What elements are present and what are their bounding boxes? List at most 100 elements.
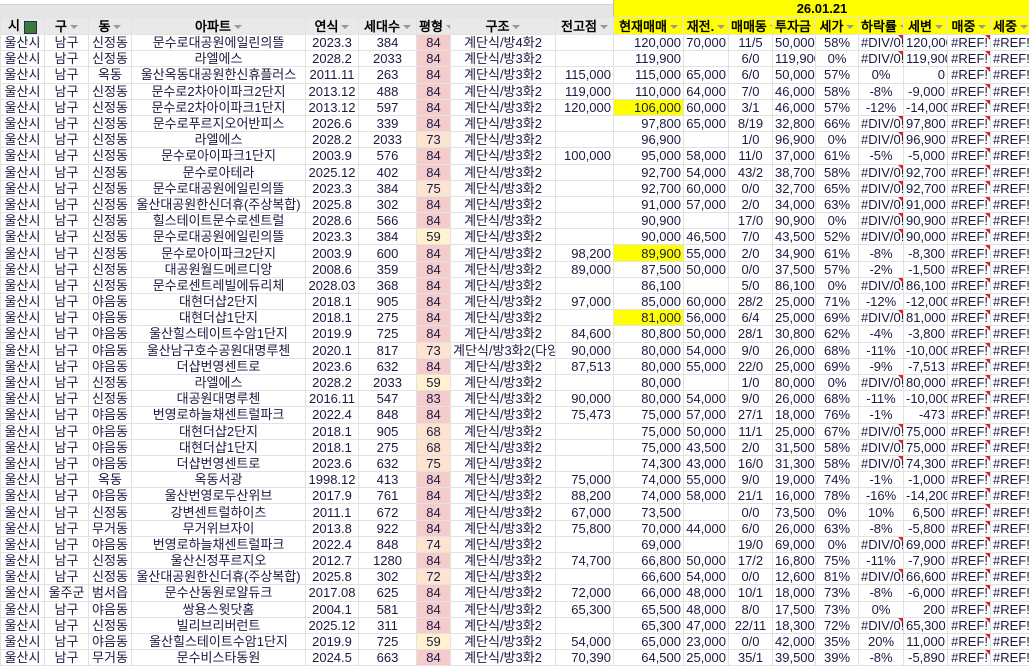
cell-세중[interactable]: #REF! xyxy=(991,310,1029,326)
cell-세중[interactable]: #REF! xyxy=(991,569,1029,585)
cell-구조[interactable]: 계단식/방3화2(다양 xyxy=(451,342,556,358)
cell-전고점[interactable] xyxy=(556,196,614,212)
cell-전고점[interactable] xyxy=(556,617,614,633)
cell-하락률[interactable]: -12% xyxy=(859,99,904,115)
cell-세중[interactable]: #REF! xyxy=(991,601,1029,617)
cell-평형[interactable]: 84 xyxy=(417,520,451,536)
cell-세가[interactable]: 0% xyxy=(816,504,859,520)
cell-투자금[interactable]: 19,000 xyxy=(773,472,816,488)
cell-전고점[interactable]: 88,200 xyxy=(556,488,614,504)
cell-세변[interactable]: -5,800 xyxy=(904,520,948,536)
cell-매매동[interactable]: 2/0 xyxy=(729,439,773,455)
cell-구[interactable]: 남구 xyxy=(45,164,89,180)
cell-현재매매[interactable]: 92,700 xyxy=(614,164,684,180)
filter-dropdown-icon[interactable] xyxy=(113,25,121,29)
cell-투자금[interactable]: 43,500 xyxy=(773,229,816,245)
cell-매매동[interactable]: 6/0 xyxy=(729,520,773,536)
cell-연식[interactable]: 2017.9 xyxy=(306,488,359,504)
cell-하락률[interactable]: #DIV/0! xyxy=(859,374,904,390)
cell-매중[interactable]: #REF! xyxy=(948,439,991,455)
cell-세가[interactable]: 62% xyxy=(816,326,859,342)
cell-전고점[interactable] xyxy=(556,310,614,326)
cell-전고점[interactable] xyxy=(556,35,614,51)
cell-재전.[interactable]: 50,000 xyxy=(684,553,729,569)
cell-재전.[interactable]: 50,000 xyxy=(684,423,729,439)
cell-구조[interactable]: 계단식/방3화2 xyxy=(451,294,556,310)
cell-전고점[interactable]: 87,513 xyxy=(556,358,614,374)
cell-구조[interactable]: 계단식/방3화2 xyxy=(451,520,556,536)
cell-투자금[interactable]: 26,000 xyxy=(773,342,816,358)
cell-구조[interactable]: 계단식/방3화2 xyxy=(451,536,556,552)
cell-세중[interactable]: #REF! xyxy=(991,358,1029,374)
cell-구조[interactable]: 계단식/방3화2 xyxy=(451,553,556,569)
cell-세가[interactable]: 75% xyxy=(816,553,859,569)
cell-매중[interactable]: #REF! xyxy=(948,51,991,67)
cell-하락률[interactable]: -8% xyxy=(859,83,904,99)
cell-세변[interactable]: -14,200 xyxy=(904,488,948,504)
cell-연식[interactable]: 2013.12 xyxy=(306,99,359,115)
cell-현재매매[interactable]: 70,000 xyxy=(614,520,684,536)
cell-평형[interactable]: 72 xyxy=(417,569,451,585)
cell-구[interactable]: 남구 xyxy=(45,472,89,488)
cell-전고점[interactable] xyxy=(556,423,614,439)
cell-시[interactable]: 울산시 xyxy=(1,51,45,67)
cell-현재매매[interactable]: 87,500 xyxy=(614,261,684,277)
cell-아파트[interactable]: 문수로대공원에일린의뜰 xyxy=(132,229,306,245)
cell-매중[interactable]: #REF! xyxy=(948,294,991,310)
cell-구[interactable]: 남구 xyxy=(45,520,89,536)
cell-연식[interactable]: 2028.03 xyxy=(306,277,359,293)
cell-투자금[interactable]: 37,500 xyxy=(773,261,816,277)
cell-매매동[interactable]: 3/1 xyxy=(729,99,773,115)
cell-동[interactable]: 신정동 xyxy=(89,553,132,569)
cell-구조[interactable]: 계단식/방3화2 xyxy=(451,196,556,212)
column-header-9[interactable]: 현재매매 xyxy=(614,18,684,35)
cell-세가[interactable]: 58% xyxy=(816,439,859,455)
cell-매중[interactable]: #REF! xyxy=(948,115,991,131)
cell-세중[interactable]: #REF! xyxy=(991,229,1029,245)
cell-평형[interactable]: 84 xyxy=(417,407,451,423)
cell-세중[interactable]: #REF! xyxy=(991,180,1029,196)
cell-연식[interactable]: 2028.6 xyxy=(306,213,359,229)
cell-매중[interactable]: #REF! xyxy=(948,455,991,471)
cell-세변[interactable]: -9,000 xyxy=(904,83,948,99)
cell-시[interactable]: 울산시 xyxy=(1,374,45,390)
cell-전고점[interactable] xyxy=(556,164,614,180)
cell-동[interactable]: 신정동 xyxy=(89,132,132,148)
cell-동[interactable]: 신정동 xyxy=(89,35,132,51)
cell-아파트[interactable]: 대현더샵1단지 xyxy=(132,310,306,326)
cell-아파트[interactable]: 대현더샵2단지 xyxy=(132,294,306,310)
cell-동[interactable]: 옥동 xyxy=(89,67,132,83)
cell-현재매매[interactable]: 85,000 xyxy=(614,294,684,310)
cell-전고점[interactable]: 90,000 xyxy=(556,391,614,407)
table-row[interactable]: 울산시남구신정동대공원월드메르디앙2008.635984계단식/방3화289,0… xyxy=(1,261,1029,277)
cell-전고점[interactable]: 100,000 xyxy=(556,148,614,164)
cell-현재매매[interactable]: 80,000 xyxy=(614,391,684,407)
cell-구조[interactable]: 계단식/방3화2 xyxy=(451,326,556,342)
cell-재전.[interactable]: 54,000 xyxy=(684,342,729,358)
cell-투자금[interactable]: 50,000 xyxy=(773,35,816,51)
cell-세변[interactable]: 119,900 xyxy=(904,51,948,67)
cell-매매동[interactable]: 0/0 xyxy=(729,569,773,585)
cell-전고점[interactable] xyxy=(556,180,614,196)
cell-하락률[interactable]: -2% xyxy=(859,261,904,277)
table-row[interactable]: 울산시남구야음동더샵번영센트로2023.663275계단식/방3화274,300… xyxy=(1,455,1029,471)
cell-구[interactable]: 남구 xyxy=(45,213,89,229)
cell-연식[interactable]: 2017.08 xyxy=(306,585,359,601)
cell-구[interactable]: 남구 xyxy=(45,569,89,585)
cell-동[interactable]: 신정동 xyxy=(89,504,132,520)
cell-세가[interactable]: 71% xyxy=(816,294,859,310)
filter-dropdown-icon[interactable] xyxy=(70,25,78,29)
cell-연식[interactable]: 2025.8 xyxy=(306,569,359,585)
cell-세대수[interactable]: 922 xyxy=(359,520,417,536)
cell-매중[interactable]: #REF! xyxy=(948,358,991,374)
cell-동[interactable]: 신정동 xyxy=(89,229,132,245)
cell-투자금[interactable]: 25,000 xyxy=(773,358,816,374)
cell-구조[interactable]: 계단식/방3화2 xyxy=(451,99,556,115)
cell-하락률[interactable]: 20% xyxy=(859,633,904,649)
cell-구[interactable]: 남구 xyxy=(45,633,89,649)
cell-현재매매[interactable]: 69,000 xyxy=(614,536,684,552)
cell-세대수[interactable]: 725 xyxy=(359,326,417,342)
cell-평형[interactable]: 84 xyxy=(417,277,451,293)
cell-재전.[interactable] xyxy=(684,51,729,67)
cell-재전.[interactable]: 55,000 xyxy=(684,358,729,374)
